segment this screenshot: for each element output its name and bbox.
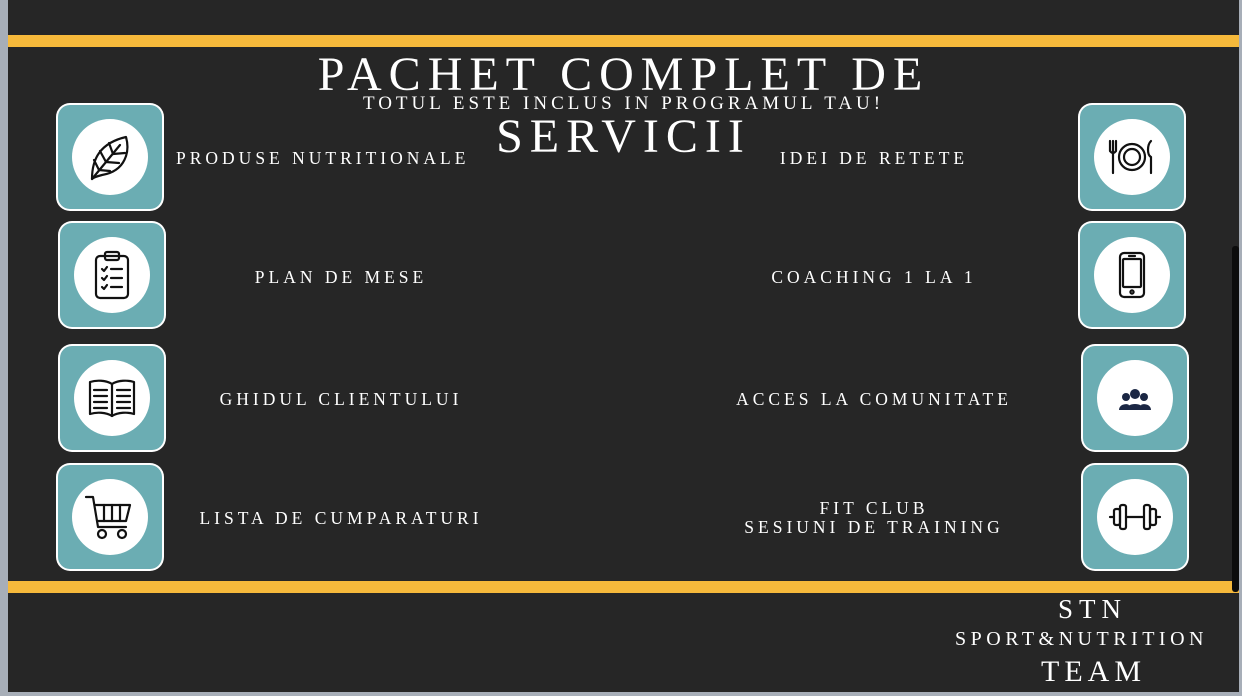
service-label-idei-de-retete: IDEI DE RETETE: [779, 148, 969, 168]
page-subtitle: TOTUL ESTE INCLUS IN PROGRAMUL TAU!: [362, 93, 885, 114]
service-label-produse-nutritionale: PRODUSE NUTRITIONALE: [176, 148, 470, 168]
service-tile-acces-la-comunitate: [1083, 346, 1187, 450]
service-label-plan-de-mese: PLAN DE MESE: [254, 267, 428, 287]
brand-line-3: TEAM: [1041, 655, 1146, 688]
service-tile-idei-de-retete: [1080, 105, 1184, 209]
service-tile-produse-nutritionale: [58, 105, 162, 209]
service-label-fit-club-line-2: SESIUNI DE TRAINING: [744, 517, 1004, 537]
shopping-cart-icon: [84, 495, 132, 540]
service-label-ghidul-clientului: GHIDUL CLIENTULUI: [219, 389, 463, 409]
open-book-icon: [88, 379, 136, 418]
service-label-fit-club-line-1: FIT CLUB: [819, 498, 929, 518]
leaf-icon: [90, 135, 129, 181]
service-tile-lista-de-cumparaturi: [58, 465, 162, 569]
brand-line-1: STN: [1058, 594, 1128, 624]
brand-line-2: SPORT&NUTRITION: [955, 628, 1208, 650]
service-label-coaching: COACHING 1 LA 1: [771, 267, 977, 287]
service-tile-fit-club: [1083, 465, 1187, 569]
accent-stripe-bottom: [8, 581, 1239, 593]
smartphone-icon: [1118, 251, 1146, 299]
slide: PACHET COMPLET DE SERVICII TOTUL ESTE IN…: [8, 0, 1239, 692]
service-label-acces-la-comunitate: ACCES LA COMUNITATE: [736, 389, 1012, 409]
brand-block: STN SPORT&NUTRITION TEAM: [952, 594, 1242, 690]
service-label-lista-de-cumparaturi: LISTA DE CUMPARATURI: [199, 508, 483, 528]
plate-cutlery-icon: [1108, 139, 1153, 175]
users-group-icon: [1119, 389, 1151, 410]
service-tile-ghidul-clientului: [60, 346, 164, 450]
service-tile-plan-de-mese: [60, 223, 164, 327]
service-tile-coaching: [1080, 223, 1184, 327]
scrollbar[interactable]: [1232, 246, 1239, 592]
clipboard-checklist-icon: [94, 250, 130, 300]
dumbbell-icon: [1108, 503, 1162, 531]
